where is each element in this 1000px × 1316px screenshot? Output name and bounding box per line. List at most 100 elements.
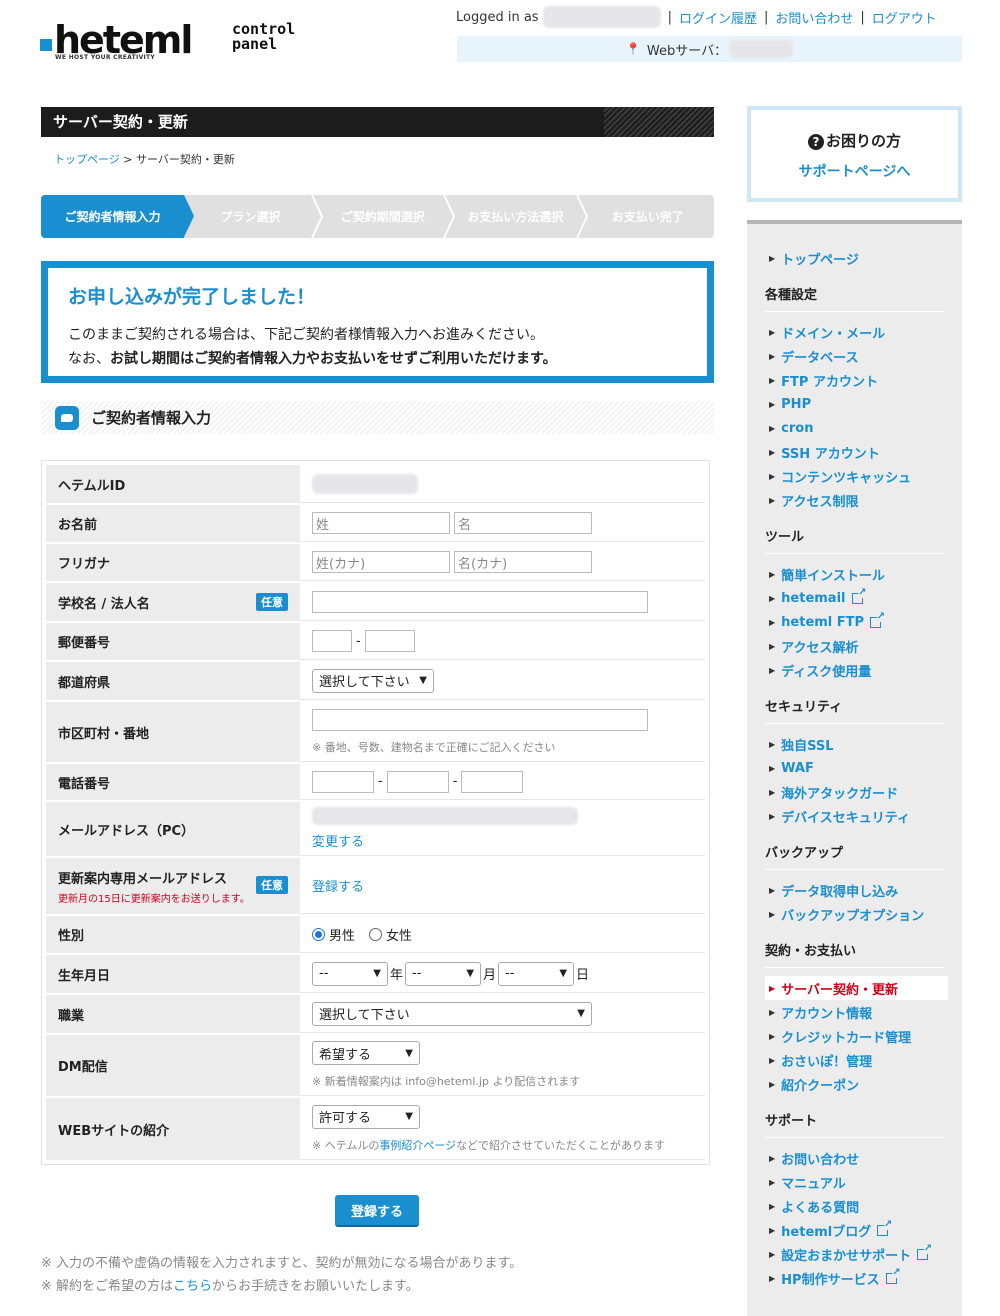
name-label: お名前 [46,505,300,542]
prefecture-select[interactable]: 選択して下さい ▼ [312,668,434,693]
sidebar-item-overseas-guard[interactable]: ▶ 海外アタックガード [765,780,944,804]
phone-second-input[interactable] [386,770,449,793]
sidebar-item-cron[interactable]: ▶ cron [765,416,944,440]
sidebar-item-waf[interactable]: ▶ WAF [765,756,944,780]
first-name-input[interactable]: 名 [454,512,592,534]
renewal-note: 更新月の15日に更新案内をお送りします。 [58,893,250,905]
breadcrumb: トップページ > サーバー契約・更新 [54,151,235,167]
sidebar-item-ssl[interactable]: ▶ 独自SSL [765,732,944,756]
email-change-link[interactable]: 変更する [312,831,693,850]
sidebar-item-database[interactable]: ▶ データベース [765,344,944,368]
external-link-icon [885,1267,901,1284]
help-title: お困りの方 [825,132,901,150]
sidebar: ▶ トップページ 各種設定 ▶ ドメイン・メール ▶ データベース ▶ FTP アカウン… [747,220,962,1316]
prefecture-label: 都道府県 [46,662,300,700]
sidebar-item-credit-card[interactable]: ▶ クレジットカード管理 [765,1024,944,1048]
last-name-kana-input[interactable]: 姓(カナ) [312,551,450,573]
sidebar-item-hp-service[interactable]: ▶ HP制作サービス [765,1266,944,1290]
triangle-right-icon: ▶ [769,569,776,579]
birth-day-select[interactable]: -- ▼ [498,961,575,986]
sidebar-item-setup-support[interactable]: ▶ 設定おまかせサポート [765,1242,944,1266]
chevron-down-icon: ▼ [373,968,381,979]
heteml-logo[interactable]: heteml control panel WE HOST YOUR CREATI… [40,20,330,64]
phone-dash-2: - [452,774,458,789]
case-study-link[interactable]: 事例紹介ページ [379,1139,456,1152]
sidebar-item-coupon[interactable]: ▶ 紹介クーポン [765,1072,944,1096]
contact-link[interactable]: お問い合わせ [775,8,853,27]
day-label: 日 [576,968,590,983]
sidebar-item-top[interactable]: ▶ トップページ [765,246,944,270]
sidebar-item-access-analysis[interactable]: ▶ アクセス解析 [765,634,944,658]
website-hint: ※ ヘテムルの事例紹介ページなどで紹介させていただくことがあります [312,1138,665,1152]
login-history-link[interactable]: ログイン履歴 [679,8,757,27]
triangle-right-icon: ▶ [769,495,776,505]
sidebar-item-osaipo[interactable]: ▶ おさいぽ！管理 [765,1048,944,1072]
step-label: ご契約期間選択 [340,210,425,224]
renewal-email-label: 更新案内専用メールアドレス [58,871,228,887]
phone-third-input[interactable] [461,770,524,793]
breadcrumb-home[interactable]: トップページ [54,153,120,166]
triangle-right-icon: ▶ [769,1031,776,1041]
website-select[interactable]: 許可する ▼ [312,1104,420,1129]
sidebar-item-device-security[interactable]: ▶ デバイスセキュリティ [765,804,944,828]
sidebar-item-faq[interactable]: ▶ よくある質問 [765,1194,944,1218]
sidebar-item-account-info[interactable]: ▶ アカウント情報 [765,1000,944,1024]
triangle-right-icon: ▶ [769,447,776,457]
external-link-icon [870,611,886,628]
first-name-kana-input[interactable]: 名(カナ) [454,551,592,573]
job-select[interactable]: 選択して下さい ▼ [312,1001,592,1026]
sidebar-item-contact[interactable]: ▶ お問い合わせ [765,1146,944,1170]
gender-female-radio[interactable]: 女性 [369,925,412,944]
address-input[interactable] [312,708,648,731]
sidebar-item-easy-install[interactable]: ▶ 簡単インストール [765,562,944,586]
year-label: 年 [390,968,404,983]
sidebar-item-data-request[interactable]: ▶ データ取得申し込み [765,878,944,902]
birth-year-select[interactable]: -- ▼ [312,961,388,986]
sidebar-item-content-cache[interactable]: ▶ コンテンツキャッシュ [765,464,944,488]
website-label: WEBサイトの紹介 [46,1098,300,1160]
birth-label: 生年月日 [46,955,300,993]
logout-link[interactable]: ログアウト [872,8,937,27]
postal-first-input[interactable] [312,630,352,652]
step-label: プラン選択 [220,210,281,224]
cancel-link[interactable]: こちら [173,1279,212,1294]
form-row-prefecture: 都道府県 選択して下さい ▼ [46,662,705,702]
triangle-right-icon: ▶ [769,1249,776,1259]
sidebar-item-php[interactable]: ▶ PHP [765,392,944,416]
chevron-down-icon: ▼ [405,1047,413,1059]
sidebar-item-manual[interactable]: ▶ マニュアル [765,1170,944,1194]
sidebar-item-ftp-account[interactable]: ▶ FTP アカウント [765,368,944,392]
triangle-right-icon: ▶ [769,665,776,675]
triangle-right-icon: ▶ [769,1079,776,1089]
renewal-register-link[interactable]: 登録する [312,876,693,895]
sidebar-item-backup-option[interactable]: ▶ バックアップオプション [765,902,944,926]
last-name-input[interactable]: 姓 [312,512,450,534]
register-button[interactable]: 登録する [335,1195,419,1227]
sidebar-item-access-restriction[interactable]: ▶ アクセス制限 [765,488,944,512]
sidebar-item-heteml-ftp[interactable]: ▶ heteml FTP [765,610,944,634]
postal-second-input[interactable] [364,630,415,652]
sidebar-item-hetemail[interactable]: ▶ hetemail [765,586,944,610]
logo-side-text: control panel [232,20,296,53]
school-input[interactable] [312,590,648,613]
gender-male-radio[interactable]: 男性 [312,925,355,944]
form-row-name: お名前 姓 名 [46,505,705,544]
chevron-down-icon: ▼ [419,675,427,686]
sidebar-item-server-contract[interactable]: ▶ サーバー契約・更新 [765,976,948,1000]
dm-select[interactable]: 希望する ▼ [312,1041,420,1065]
sidebar-item-ssh-account[interactable]: ▶ SSH アカウント [765,440,944,464]
phone-first-input[interactable] [312,770,374,793]
postal-label: 郵便番号 [46,623,300,660]
sidebar-item-disk-usage[interactable]: ▶ ディスク使用量 [765,658,944,682]
support-page-link[interactable]: サポートページへ [751,161,958,181]
triangle-right-icon: ▶ [769,399,776,409]
pin-icon: 📍 [625,42,641,56]
form-row-phone: 電話番号 - - [46,764,705,802]
birth-month-select[interactable]: -- ▼ [405,961,482,986]
sidebar-item-domain-mail[interactable]: ▶ ドメイン・メール [765,320,944,344]
step-payment-method: お支払い方法選択 [449,195,588,238]
triangle-right-icon: ▶ [769,983,776,993]
sidebar-item-blog[interactable]: ▶ hetemlブログ [765,1218,944,1242]
triangle-right-icon: ▶ [769,593,776,603]
triangle-right-icon: ▶ [769,787,776,797]
